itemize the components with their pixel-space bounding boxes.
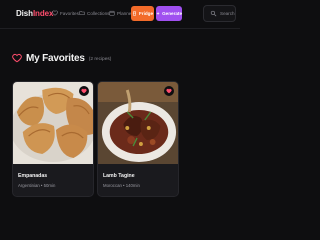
search-box[interactable]: Search <box>203 5 236 22</box>
calendar-icon <box>109 10 115 16</box>
recipe-card-lamb-tagine[interactable]: Lamb Tagine Moroccan • 140min <box>97 81 179 197</box>
recipe-name: Lamb Tagine <box>103 173 135 179</box>
logo-text: Dish <box>16 9 33 18</box>
search-icon <box>210 10 217 17</box>
sparkle-icon <box>156 11 160 16</box>
page-title: My Favorites <box>26 52 85 64</box>
search-placeholder: Search <box>220 11 235 16</box>
favorite-toggle[interactable] <box>164 86 174 96</box>
favorite-toggle[interactable] <box>79 86 89 96</box>
generate-button-label: Generate <box>162 11 182 16</box>
fridge-icon <box>132 11 136 16</box>
recipe-meta: Argentinian • 50min <box>18 183 56 188</box>
top-navbar: DishIndex Favorites Collections Planner … <box>0 0 240 29</box>
recipe-image-lamb-tagine <box>98 82 178 164</box>
heart-icon <box>12 53 22 63</box>
page-title-row: My Favorites (2 recipes) <box>12 52 111 64</box>
nav-favorites-label: Favorites <box>60 10 79 16</box>
nav-collections-label: Collections <box>87 10 110 16</box>
folder-icon <box>79 11 85 16</box>
app-logo[interactable]: DishIndex <box>16 9 53 18</box>
fridge-button[interactable]: Fridge <box>131 6 154 21</box>
heart-icon <box>81 88 87 94</box>
recipe-image-empanadas <box>13 82 93 164</box>
nav-favorites[interactable]: Favorites <box>52 10 79 16</box>
recipe-name: Empanadas <box>18 173 48 179</box>
recipe-count: (2 recipes) <box>88 56 112 62</box>
nav-collections[interactable]: Collections <box>79 10 109 16</box>
recipe-meta: Moroccan • 140min <box>103 183 140 188</box>
generate-button[interactable]: Generate <box>156 6 182 21</box>
nav-planner[interactable]: Planner <box>109 10 133 16</box>
heart-icon <box>166 88 172 94</box>
logo-accent-text: Index <box>32 9 54 18</box>
fridge-button-label: Fridge <box>138 11 154 16</box>
heart-icon <box>52 10 58 16</box>
recipe-card-empanadas[interactable]: Empanadas Argentinian • 50min <box>12 81 94 197</box>
